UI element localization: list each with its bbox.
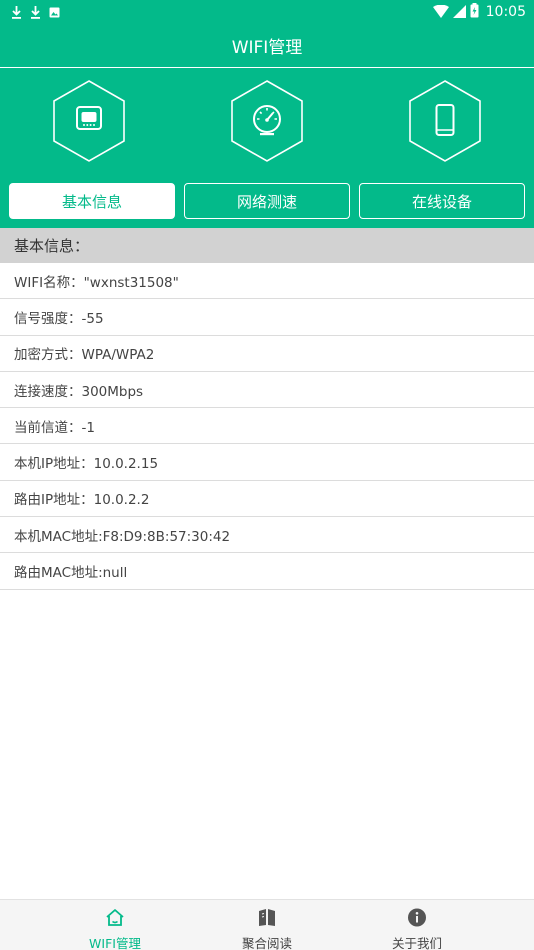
app-screen: 10:05 WIFI管理 基本信息 网络测速 在线设备 基本信息： WIFI名称…	[0, 0, 534, 950]
download-icon	[11, 5, 22, 19]
header-panel: 基本信息 网络测速 在线设备	[0, 68, 534, 228]
devices-hex-button[interactable]	[409, 80, 481, 162]
section-header: 基本信息：	[0, 228, 534, 263]
router-icon	[76, 106, 102, 130]
channel-row: 当前信道：-1	[0, 408, 534, 445]
status-time: 10:05	[485, 4, 526, 20]
router-mac-row: 路由MAC地址:null	[0, 553, 534, 590]
tab-basic-info[interactable]: 基本信息	[9, 183, 175, 219]
tab-online-devices[interactable]: 在线设备	[359, 183, 525, 219]
battery-icon	[470, 2, 479, 22]
nav-item-about[interactable]: 关于我们	[362, 900, 472, 950]
nav-item-wifi[interactable]: WIFI管理	[60, 900, 170, 950]
nav-label-about: 关于我们	[391, 936, 442, 950]
title-bar: WIFI管理	[0, 24, 534, 67]
download-icon	[30, 5, 41, 19]
photo-icon	[49, 7, 60, 18]
cell-signal-icon	[452, 3, 466, 22]
status-bar: 10:05	[0, 0, 534, 24]
encryption-row: 加密方式：WPA/WPA2	[0, 336, 534, 372]
link-speed-row: 连接速度：300Mbps	[0, 372, 534, 409]
home-icon	[105, 908, 125, 931]
nav-label-reading: 聚合阅读	[241, 936, 292, 950]
speedometer-icon	[253, 105, 281, 136]
router-ip-row: 路由IP地址：10.0.2.2	[0, 481, 534, 518]
signal-strength-row: 信号强度：-55	[0, 299, 534, 336]
info-list: WIFI名称："wxnst31508" 信号强度：-55 加密方式：WPA/WP…	[0, 263, 534, 590]
wifi-signal-icon	[432, 3, 449, 22]
speedtest-hex-button[interactable]	[231, 80, 303, 162]
router-hex-button[interactable]	[53, 80, 125, 162]
book-icon	[257, 908, 277, 931]
status-left-icons	[0, 5, 60, 19]
status-right-icons: 10:05	[432, 0, 526, 24]
phone-icon	[435, 104, 455, 136]
page-title: WIFI管理	[231, 38, 303, 58]
bottom-nav: WIFI管理 聚合阅读 关于我们	[0, 899, 534, 950]
tab-speed-test[interactable]: 网络测速	[184, 183, 350, 219]
info-icon	[407, 908, 427, 931]
nav-label-wifi: WIFI管理	[89, 936, 141, 950]
nav-item-reading[interactable]: 聚合阅读	[212, 900, 322, 950]
wifi-name-row: WIFI名称："wxnst31508"	[0, 263, 534, 300]
local-ip-row: 本机IP地址：10.0.2.15	[0, 444, 534, 481]
local-mac-row: 本机MAC地址:F8:D9:8B:57:30:42	[0, 517, 534, 554]
